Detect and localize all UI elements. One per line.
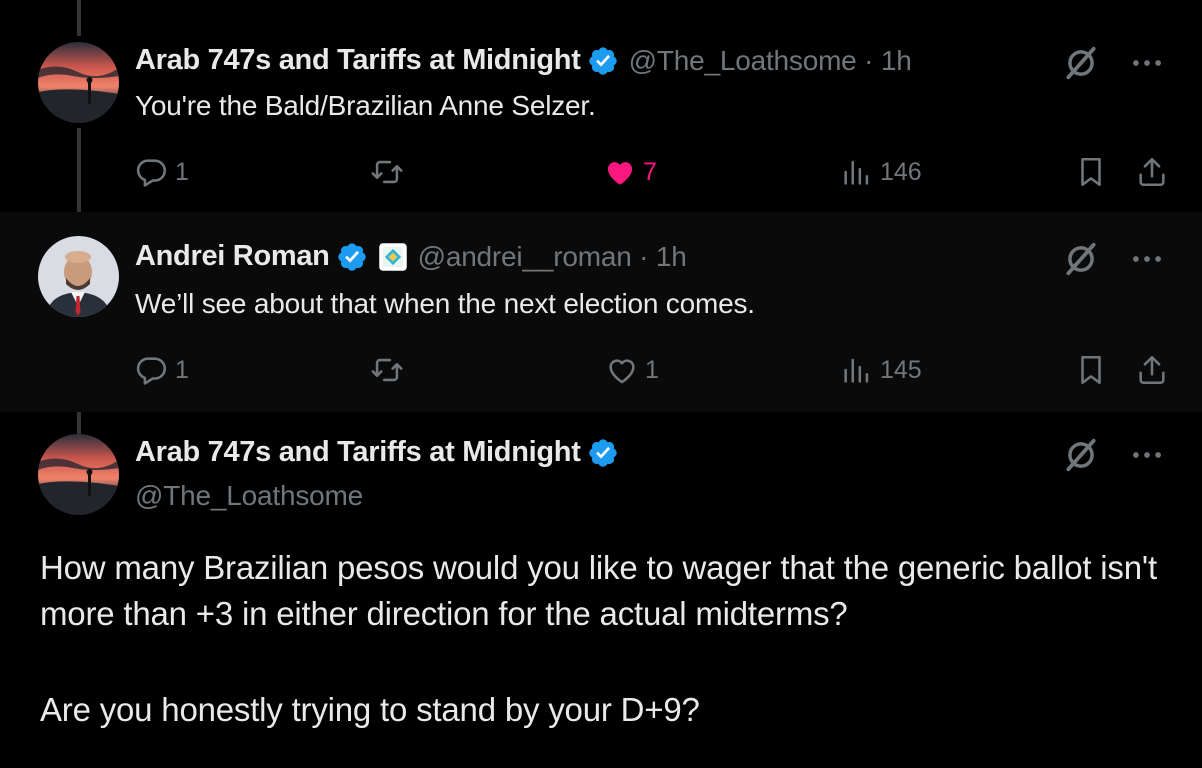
retweet-button[interactable] xyxy=(370,350,404,390)
reply-icon xyxy=(135,353,169,387)
reply-tweet-2[interactable]: Andrei Roman @andrei__roman · 1h We’ll s… xyxy=(0,212,1202,412)
reply-icon xyxy=(135,155,169,189)
share-button[interactable] xyxy=(1135,152,1169,192)
grok-icon[interactable] xyxy=(1062,44,1100,82)
view-count: 146 xyxy=(880,157,922,186)
tweet-text: We’ll see about that when the next elect… xyxy=(135,288,755,319)
grok-icon[interactable] xyxy=(1062,240,1100,278)
reply-button[interactable]: 1 xyxy=(135,152,189,192)
verified-badge-icon[interactable] xyxy=(587,45,619,77)
views-button[interactable]: 145 xyxy=(840,350,922,390)
paragraph-2: Are you honestly trying to stand by your… xyxy=(40,691,700,728)
timestamp[interactable]: 1h xyxy=(656,241,687,272)
handle-and-time[interactable]: @The_Loathsome · 1h xyxy=(629,45,912,77)
like-count: 1 xyxy=(645,355,659,384)
bookmark-button[interactable] xyxy=(1074,350,1108,390)
views-icon xyxy=(840,155,874,189)
view-count: 145 xyxy=(880,355,922,384)
separator: · xyxy=(864,44,874,76)
retweet-icon xyxy=(370,353,404,387)
reply-tweet-1[interactable]: Arab 747s and Tariffs at Midnight @The_L… xyxy=(0,0,1202,212)
like-count: 7 xyxy=(643,157,657,186)
display-name[interactable]: Arab 747s and Tariffs at Midnight xyxy=(135,44,581,77)
more-icon[interactable] xyxy=(1128,436,1166,474)
more-icon[interactable] xyxy=(1128,44,1166,82)
views-button[interactable]: 146 xyxy=(840,152,922,192)
share-icon xyxy=(1135,353,1169,387)
views-icon xyxy=(840,353,874,387)
share-icon xyxy=(1135,155,1169,189)
avatar[interactable] xyxy=(38,434,119,515)
retweet-icon xyxy=(370,155,404,189)
reply-count: 1 xyxy=(175,355,189,384)
affiliation-badge-icon[interactable] xyxy=(378,242,408,272)
tweet-header: Arab 747s and Tariffs at Midnight xyxy=(135,436,619,469)
timestamp[interactable]: 1h xyxy=(881,45,912,76)
display-name[interactable]: Andrei Roman xyxy=(135,240,330,273)
share-button[interactable] xyxy=(1135,350,1169,390)
action-bar: 1 7 146 xyxy=(135,152,1171,192)
handle[interactable]: @andrei__roman xyxy=(418,241,632,272)
bookmark-icon xyxy=(1074,353,1108,387)
heart-icon xyxy=(605,353,639,387)
verified-badge-icon[interactable] xyxy=(336,241,368,273)
action-bar: 1 1 145 xyxy=(135,350,1171,390)
retweet-button[interactable] xyxy=(370,152,404,192)
grok-icon[interactable] xyxy=(1062,436,1100,474)
more-icon[interactable] xyxy=(1128,240,1166,278)
separator: · xyxy=(639,240,649,272)
reply-button[interactable]: 1 xyxy=(135,350,189,390)
bookmark-icon xyxy=(1074,155,1108,189)
display-name[interactable]: Arab 747s and Tariffs at Midnight xyxy=(135,436,581,469)
paragraph-1: How many Brazilian pesos would you like … xyxy=(40,549,1157,632)
handle[interactable]: @The_Loathsome xyxy=(135,480,363,512)
handle[interactable]: @The_Loathsome xyxy=(629,45,857,76)
verified-badge-icon[interactable] xyxy=(587,437,619,469)
tweet-header: Arab 747s and Tariffs at Midnight @The_L… xyxy=(135,44,912,77)
main-tweet-text: How many Brazilian pesos would you like … xyxy=(40,545,1180,733)
tweet-text: You're the Bald/Brazilian Anne Selzer. xyxy=(135,90,596,121)
handle-and-time[interactable]: @andrei__roman · 1h xyxy=(418,241,687,273)
like-button[interactable]: 7 xyxy=(603,152,657,192)
avatar[interactable] xyxy=(38,236,119,317)
tweet-header: Andrei Roman @andrei__roman · 1h xyxy=(135,240,687,273)
heart-icon xyxy=(603,155,637,189)
avatar[interactable] xyxy=(38,42,119,123)
bookmark-button[interactable] xyxy=(1074,152,1108,192)
reply-count: 1 xyxy=(175,157,189,186)
like-button[interactable]: 1 xyxy=(605,350,659,390)
